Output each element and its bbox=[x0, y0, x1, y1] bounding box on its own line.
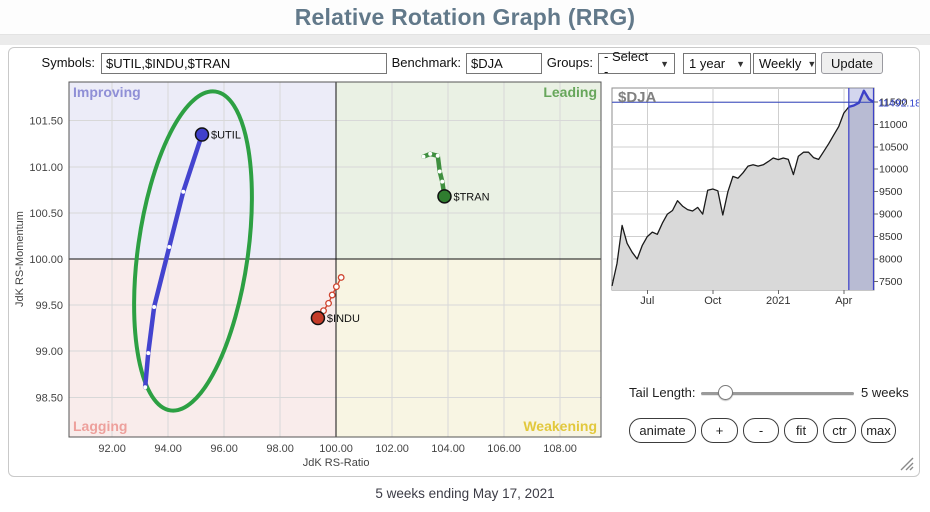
svg-text:102.00: 102.00 bbox=[375, 443, 409, 455]
update-button[interactable]: Update bbox=[821, 52, 883, 74]
toolbar: Symbols: Benchmark: Groups: - Select - ▼… bbox=[9, 52, 919, 76]
chevron-down-icon: ▼ bbox=[660, 59, 669, 69]
svg-text:Jul: Jul bbox=[640, 295, 654, 307]
svg-text:101.50: 101.50 bbox=[29, 116, 63, 128]
quadrant-improving bbox=[69, 82, 336, 259]
center-button[interactable]: ctr bbox=[823, 418, 856, 443]
charts-canvas: Improving Leading Lagging Weakening 92.00 94.… bbox=[9, 48, 919, 476]
rrg-marker-label: $INDU bbox=[327, 313, 360, 325]
svg-text:104.00: 104.00 bbox=[431, 443, 465, 455]
tail-length-value: 5 weeks bbox=[861, 382, 909, 404]
svg-text:Apr: Apr bbox=[835, 295, 852, 307]
svg-text:100.50: 100.50 bbox=[29, 208, 63, 220]
rrg-marker[interactable] bbox=[438, 190, 451, 203]
quadrant-label-weakening: Weakening bbox=[523, 418, 597, 434]
footer-caption: 5 weeks ending May 17, 2021 bbox=[0, 486, 930, 501]
rrg-panel: Symbols: Benchmark: Groups: - Select - ▼… bbox=[8, 47, 920, 477]
tail-length-slider-thumb[interactable] bbox=[718, 385, 733, 400]
period-select[interactable]: 1 year ▼ bbox=[683, 53, 751, 74]
groups-label: Groups: bbox=[541, 52, 593, 74]
svg-text:7500: 7500 bbox=[879, 276, 903, 288]
groups-select-value: - Select - bbox=[604, 49, 654, 79]
svg-text:10000: 10000 bbox=[879, 164, 908, 176]
chevron-down-icon: ▼ bbox=[736, 59, 745, 69]
chart-buttons: animate+-fitctrmax bbox=[629, 418, 896, 444]
animate-button[interactable]: animate bbox=[629, 418, 696, 443]
frequency-select-value: Weekly bbox=[759, 56, 801, 71]
svg-text:106.00: 106.00 bbox=[487, 443, 521, 455]
svg-text:108.00: 108.00 bbox=[543, 443, 577, 455]
svg-text:94.00: 94.00 bbox=[154, 443, 182, 455]
header-divider bbox=[0, 34, 930, 45]
svg-text:98.50: 98.50 bbox=[35, 392, 63, 404]
y-axis-label: JdK RS-Momentum bbox=[14, 211, 26, 307]
benchmark-symbol-label: $DJA bbox=[618, 89, 657, 106]
svg-text:100.00: 100.00 bbox=[29, 254, 63, 266]
frequency-select[interactable]: Weekly ▼ bbox=[753, 53, 816, 74]
x-axis-label: JdK RS-Ratio bbox=[303, 457, 370, 469]
svg-text:8500: 8500 bbox=[879, 231, 903, 243]
tail-length-label: Tail Length: bbox=[629, 382, 696, 404]
zoom-in-button[interactable]: + bbox=[701, 418, 738, 443]
page-title: Relative Rotation Graph (RRG) bbox=[295, 4, 636, 31]
title-bar: Relative Rotation Graph (RRG) bbox=[0, 0, 930, 34]
last-price-label: 11492.18 bbox=[878, 97, 919, 109]
rrg-marker-label: $TRAN bbox=[453, 191, 489, 203]
benchmark-chart: 7500800085009000950010000105001100011500… bbox=[612, 88, 919, 307]
svg-text:10500: 10500 bbox=[879, 141, 908, 153]
svg-text:100.00: 100.00 bbox=[319, 443, 353, 455]
svg-text:92.00: 92.00 bbox=[98, 443, 126, 455]
rrg-marker[interactable] bbox=[311, 312, 324, 325]
period-select-value: 1 year bbox=[689, 56, 725, 71]
quadrant-label-improving: Improving bbox=[73, 84, 141, 100]
quadrant-weakening bbox=[336, 259, 601, 437]
svg-text:96.00: 96.00 bbox=[210, 443, 238, 455]
tail-length-control: Tail Length: 5 weeks bbox=[621, 382, 917, 404]
svg-text:99.00: 99.00 bbox=[35, 346, 63, 358]
rrg-marker-label: $UTIL bbox=[211, 130, 241, 142]
svg-text:2021: 2021 bbox=[766, 295, 790, 307]
svg-text:8000: 8000 bbox=[879, 254, 903, 266]
quadrant-lagging bbox=[69, 259, 336, 437]
svg-text:101.00: 101.00 bbox=[29, 162, 63, 174]
symbols-input[interactable] bbox=[101, 53, 387, 74]
resize-handle-icon[interactable] bbox=[899, 456, 914, 471]
svg-text:99.50: 99.50 bbox=[35, 300, 63, 312]
quadrant-label-lagging: Lagging bbox=[73, 418, 127, 434]
svg-text:9500: 9500 bbox=[879, 186, 903, 198]
fit-button[interactable]: fit bbox=[784, 418, 818, 443]
chevron-down-icon: ▼ bbox=[807, 59, 816, 69]
benchmark-input[interactable] bbox=[466, 53, 542, 74]
rrg-marker[interactable] bbox=[196, 128, 209, 141]
rrg-chart: Improving Leading Lagging Weakening 92.00 94.… bbox=[14, 82, 601, 469]
benchmark-label: Benchmark: bbox=[389, 52, 461, 74]
quadrant-label-leading: Leading bbox=[543, 84, 597, 100]
svg-text:Oct: Oct bbox=[704, 295, 721, 307]
svg-text:98.00: 98.00 bbox=[266, 443, 294, 455]
symbols-label: Symbols: bbox=[29, 52, 95, 74]
svg-text:11000: 11000 bbox=[879, 119, 908, 131]
svg-text:9000: 9000 bbox=[879, 209, 903, 221]
max-button[interactable]: max bbox=[861, 418, 896, 443]
groups-select[interactable]: - Select - ▼ bbox=[598, 53, 675, 74]
zoom-out-button[interactable]: - bbox=[743, 418, 779, 443]
quadrant-leading bbox=[336, 82, 601, 259]
tail-highlight-zone bbox=[849, 88, 874, 290]
